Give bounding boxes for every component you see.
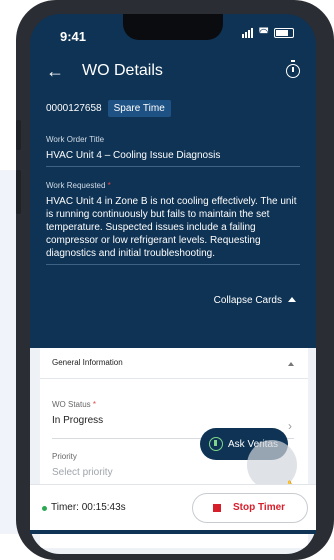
ai-assistant-icon	[209, 437, 223, 451]
back-arrow-icon[interactable]: ←	[46, 62, 64, 80]
timer-status-dot	[42, 506, 47, 511]
wifi-icon: ◚	[258, 27, 269, 39]
timer-bar: Timer: 00:15:43s Stop Timer	[30, 484, 316, 531]
phone-side-button	[16, 170, 21, 214]
stop-timer-label: Stop Timer	[233, 502, 286, 513]
wo-status-label: WO Status *	[52, 400, 294, 409]
wo-title-value: HVAC Unit 4 – Cooling Issue Diagnosis	[46, 149, 300, 167]
app-header: ← WO Details	[30, 54, 316, 92]
wo-status-label-text: WO Status	[52, 400, 91, 409]
collapse-cards-label: Collapse Cards	[213, 295, 282, 306]
chevron-up-icon	[288, 297, 296, 302]
stop-timer-button[interactable]: Stop Timer	[192, 493, 308, 523]
wo-title-field[interactable]: Work Order Title HVAC Unit 4 – Cooling I…	[46, 135, 300, 167]
wo-id-row: 0000127658 Spare Time	[30, 92, 316, 117]
stop-icon	[213, 504, 221, 512]
wo-number: 0000127658	[46, 103, 102, 114]
battery-icon	[274, 28, 294, 38]
required-mark: *	[92, 400, 97, 409]
chevron-right-icon: ›	[288, 419, 292, 433]
chevron-up-icon	[288, 362, 294, 366]
card-title: General Information	[52, 358, 123, 367]
work-requested-label-text: Work Requested	[46, 181, 106, 190]
card-header[interactable]: General Information	[40, 348, 308, 379]
notch	[123, 14, 223, 40]
signal-icon	[242, 28, 254, 38]
required-mark: *	[107, 181, 111, 190]
stopwatch-icon[interactable]	[286, 60, 300, 78]
wo-status-value: In Progress	[52, 415, 104, 426]
work-requested-value: HVAC Unit 4 in Zone B is not cooling eff…	[46, 195, 300, 265]
wo-title-label: Work Order Title	[46, 135, 105, 144]
wo-type-badge: Spare Time	[107, 100, 171, 117]
work-requested-label: Work Requested *	[46, 181, 300, 190]
phone-side-button	[16, 120, 21, 150]
page-title: WO Details	[82, 62, 163, 79]
status-bar: 9:41 ◚	[30, 14, 316, 54]
work-requested-field[interactable]: Work Requested * HVAC Unit 4 in Zone B i…	[46, 181, 300, 265]
status-time: 9:41	[60, 29, 87, 44]
status-icons: ◚	[242, 27, 294, 39]
collapse-cards-button[interactable]: Collapse Cards	[30, 295, 316, 306]
timer-text: Timer: 00:15:43s	[51, 502, 126, 513]
bottom-strip	[30, 530, 316, 534]
